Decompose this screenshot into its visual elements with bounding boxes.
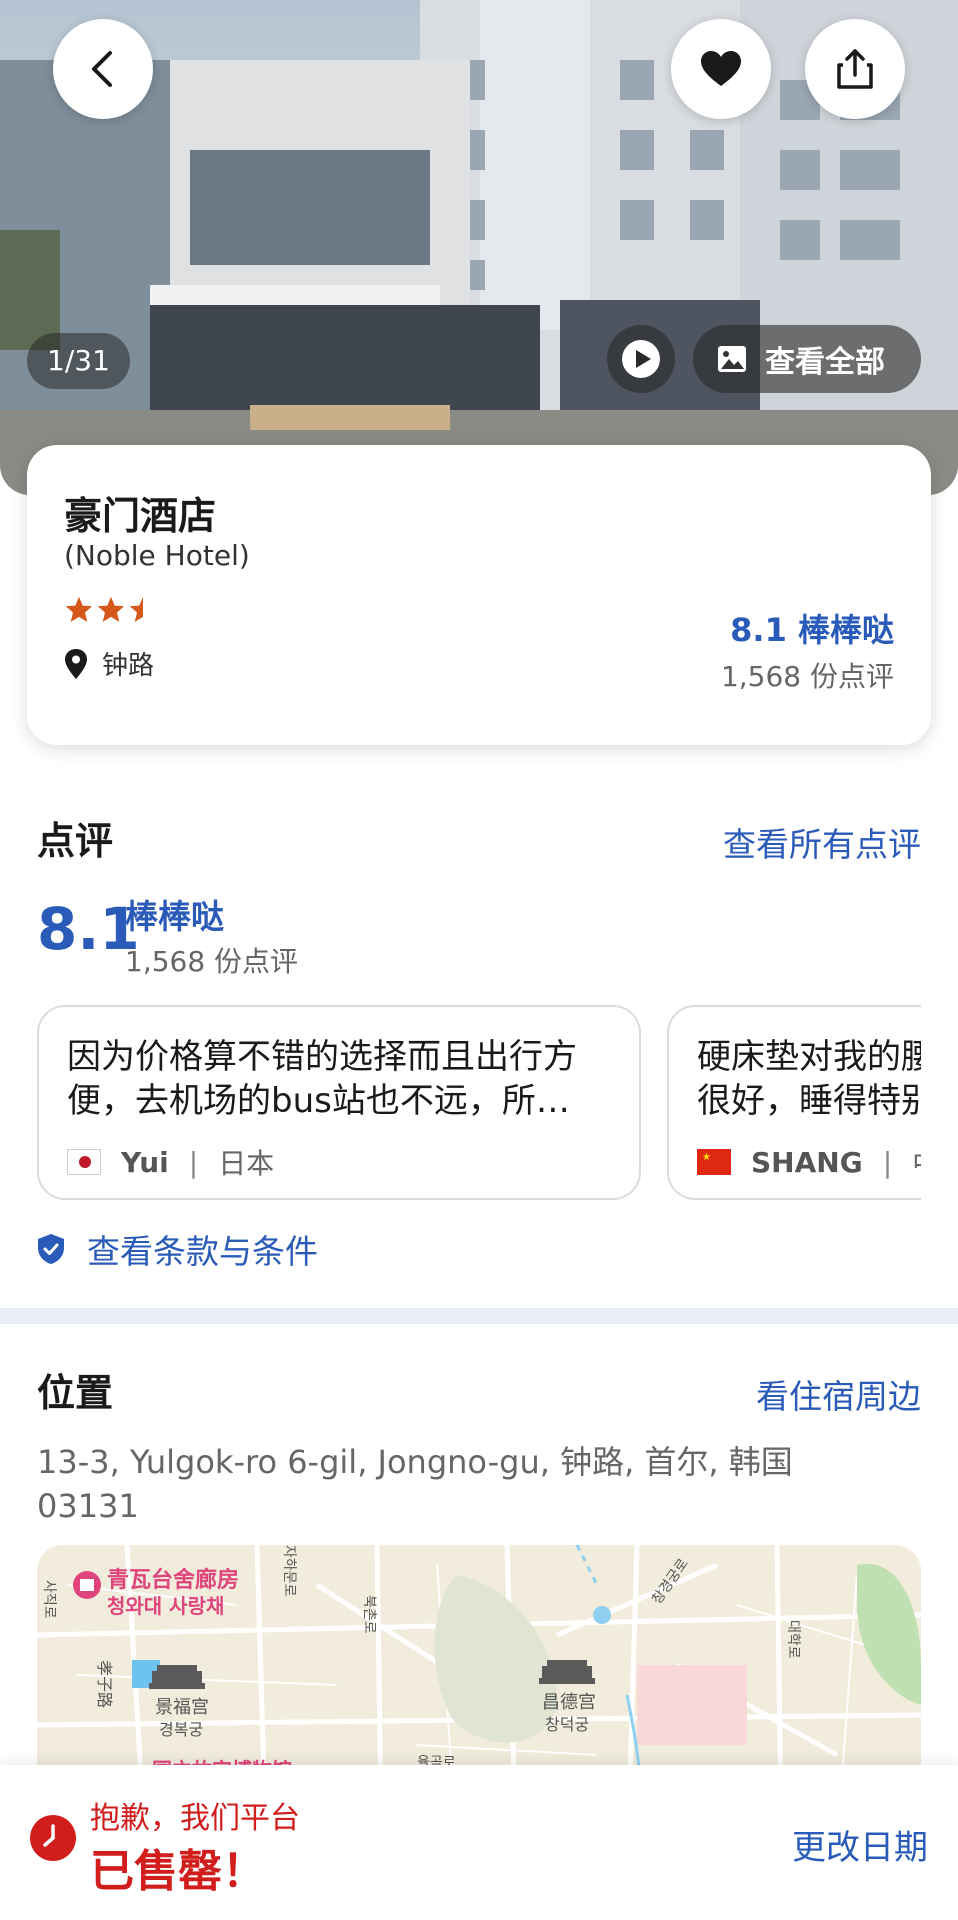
half-star-icon [129, 596, 143, 622]
favorite-button[interactable] [671, 19, 771, 119]
chevron-left-icon [92, 51, 112, 87]
clock-icon [30, 1815, 76, 1861]
hotel-address: 13-3, Yulgok-ro 6-gil, Jongno-gu, 钟路, 首尔… [37, 1443, 793, 1525]
hotel-score: 8.1 棒棒哒 [730, 611, 894, 649]
heart-icon [701, 51, 741, 86]
map-label-gyeongbokgung-kr: 경복궁 [159, 1720, 203, 1739]
separator: | [188, 1145, 199, 1179]
reviews-section-title: 点评 [37, 819, 114, 863]
nearby-link[interactable]: 看住宿周边 [756, 1370, 921, 1418]
star-icon [97, 596, 125, 622]
japan-flag-icon [67, 1149, 101, 1175]
back-button[interactable] [53, 19, 153, 119]
view-all-label: 查看全部 [765, 345, 885, 380]
star-icon [65, 596, 93, 622]
map-label-changdeokgung: 昌德宫 [542, 1692, 596, 1713]
play-icon [622, 340, 660, 378]
map-label-jahamun-road: 자하문로 [281, 1545, 297, 1597]
map-label-gyeongbokgung: 景福宫 [155, 1697, 209, 1718]
star-rating [64, 595, 158, 625]
review-carousel[interactable]: 因为价格算不错的选择而且出行方便，去机场的bus站也不远，所… Yui | 日本… [37, 1005, 921, 1205]
hotel-name: 豪门酒店 [64, 494, 217, 538]
terms-link[interactable]: 查看条款与条件 [37, 1225, 318, 1273]
terms-label: 查看条款与条件 [87, 1232, 318, 1271]
review-text: 因为价格算不错的选择而且出行方便，去机场的bus站也不远，所… [67, 1037, 577, 1121]
reviewer-name: Yui [121, 1145, 169, 1179]
map-label-changdeokgung-kr: 창덕궁 [545, 1715, 589, 1734]
hotel-review-count: 1,568 份点评 [720, 660, 894, 693]
map-label-hyoja-road: 孝子路 [95, 1660, 114, 1708]
map-label-blue-house: 青瓦台舍廊房 [107, 1567, 239, 1593]
soldout-status: 已售罄！ [90, 1846, 266, 1897]
district-label: 钟路 [102, 651, 155, 681]
section-divider [0, 1308, 958, 1324]
district-row: 钟路 [64, 645, 154, 682]
soldout-message: 抱歉，我们平台 [90, 1801, 300, 1836]
photo-counter: 1/31 [27, 333, 130, 389]
shield-check-icon [38, 1234, 64, 1264]
reviewer-name: SHANG [751, 1145, 863, 1179]
share-button[interactable] [805, 19, 905, 119]
map-label-sajik-road: 사직로 [41, 1580, 57, 1619]
hotel-photo-gallery[interactable]: 1/31 查看全部 [0, 0, 958, 495]
booking-bar: 抱歉，我们平台 已售罄！ 更改日期 [0, 1765, 958, 1920]
map-label-bukchon-road: 북촌로 [361, 1595, 377, 1634]
hotel-english-name: (Noble Hotel) [64, 539, 250, 572]
map-label-blue-house-kr: 청와대 사랑채 [107, 1594, 224, 1618]
review-count: 1,568 份点评 [125, 945, 299, 978]
see-all-reviews-link[interactable]: 查看所有点评 [723, 818, 921, 866]
china-flag-icon: ★ [697, 1149, 731, 1175]
separator: | [882, 1145, 893, 1179]
review-text: 硬床垫对我的腰很好，睡得特别香！ [697, 1037, 921, 1121]
hotel-summary-card: 豪门酒店 (Noble Hotel) 钟路 8.1 棒棒哒 1,568 份点评 [27, 445, 931, 745]
review-card[interactable]: 因为价格算不错的选择而且出行方便，去机场的bus站也不远，所… Yui | 日本 [37, 1005, 641, 1200]
change-date-button[interactable]: 更改日期 [792, 1820, 928, 1869]
review-score-label: 棒棒哒 [125, 897, 224, 936]
reviewer-country: 日本 [218, 1147, 275, 1180]
map-label-daehak-road: 대학로 [785, 1620, 801, 1659]
play-video-button[interactable] [607, 325, 675, 393]
reviewer-info: ★ SHANG | 中国 [697, 1142, 921, 1182]
reviewer-info: Yui | 日本 [67, 1142, 274, 1182]
reviewer-country: 中国 [912, 1142, 921, 1182]
review-card[interactable]: 硬床垫对我的腰很好，睡得特别香！ ★ SHANG | 中国 [667, 1005, 921, 1200]
view-all-photos-button[interactable]: 查看全部 [693, 325, 921, 393]
share-icon [837, 49, 873, 89]
image-icon [718, 346, 746, 372]
location-section-title: 位置 [37, 1371, 114, 1415]
location-pin-icon [65, 648, 87, 679]
